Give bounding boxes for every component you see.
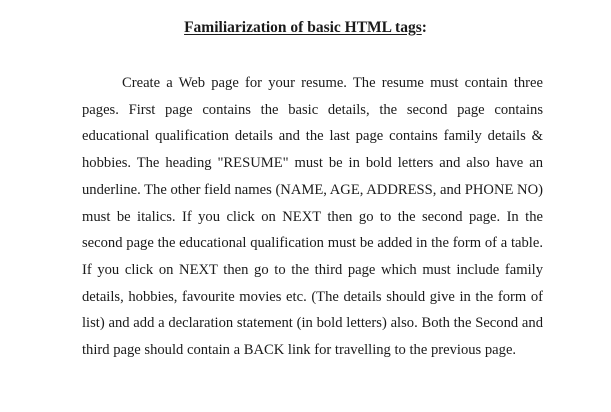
- title-colon: :: [421, 19, 427, 36]
- document-title: Familiarization of basic HTML tags:: [0, 18, 611, 38]
- paragraph-text: Create a Web page for your resume. The r…: [82, 75, 543, 359]
- instruction-paragraph: Create a Web page for your resume. The r…: [82, 70, 543, 364]
- document-page: Familiarization of basic HTML tags: Crea…: [0, 0, 611, 412]
- title-text: Familiarization of basic HTML tags: [184, 19, 422, 36]
